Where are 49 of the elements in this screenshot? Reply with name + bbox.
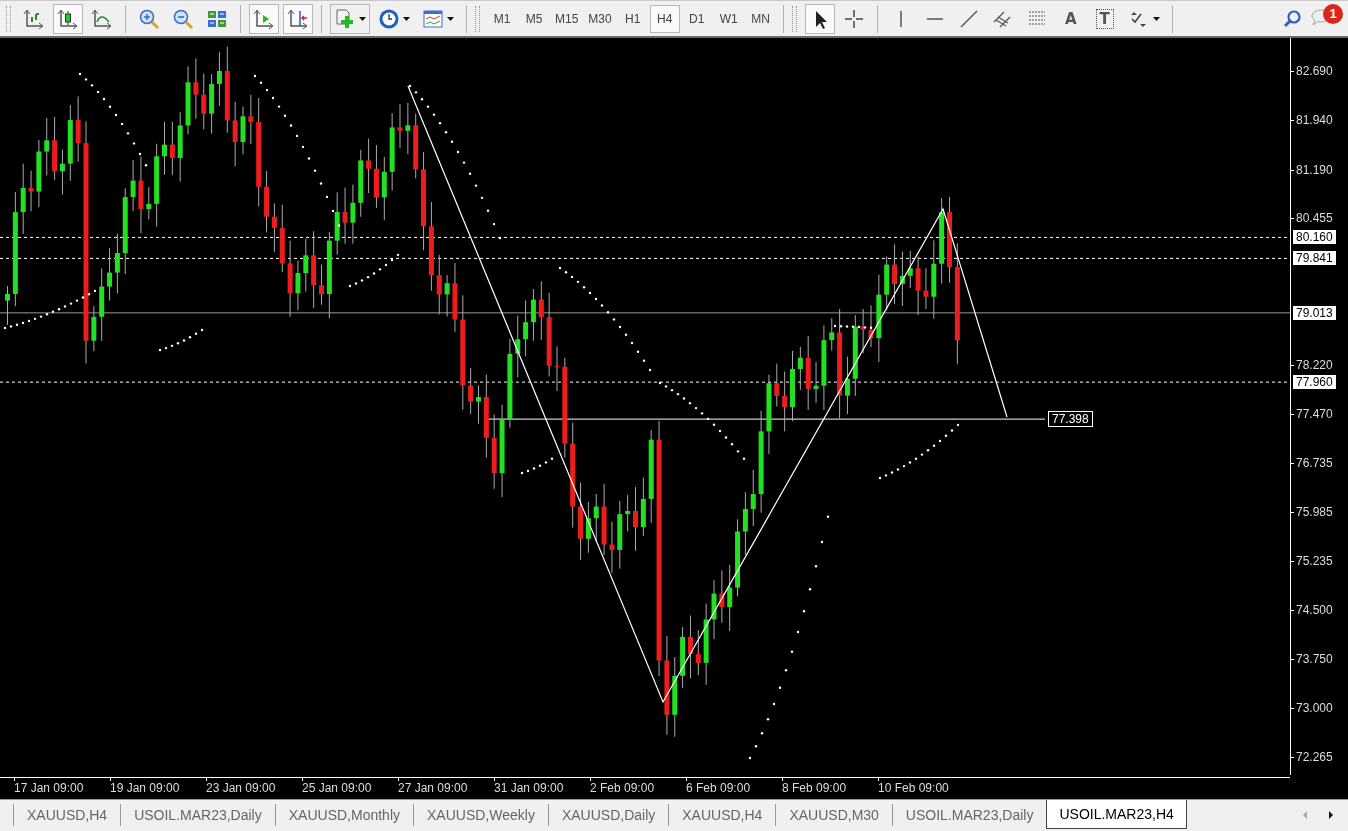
chart-tab[interactable]: XAUUSD,Daily [547, 804, 669, 826]
time-axis-label: 25 Jan 09:00 [302, 781, 372, 795]
price-tick-label: 72.265 [1296, 749, 1333, 764]
time-axis-label: 19 Jan 09:00 [110, 781, 180, 795]
time-axis-label: 23 Jan 09:00 [206, 781, 276, 795]
price-tick-label: 77.470 [1296, 407, 1333, 422]
chart-tab[interactable]: USOIL.MAR23,H4 [1046, 800, 1187, 829]
price-tick-label: 75.985 [1296, 505, 1333, 520]
time-axis-label: 31 Jan 09:00 [494, 781, 564, 795]
price-level-label: 80.160 [1293, 230, 1336, 245]
chart-tab[interactable]: XAUUSD,M30 [775, 804, 892, 826]
timeframe-button[interactable]: M30 [584, 4, 616, 33]
price-tick-label: 81.940 [1296, 113, 1333, 128]
price-tick-label: 73.000 [1296, 701, 1333, 716]
price-tick-label: 74.500 [1296, 602, 1333, 617]
timeframe-button[interactable]: MN [745, 4, 776, 33]
price-tick-label: 80.455 [1296, 211, 1333, 225]
time-axis-label: 27 Jan 09:00 [398, 781, 468, 795]
notification-badge: 1 [1323, 3, 1343, 24]
price-level-label: 79.841 [1293, 251, 1336, 266]
chart-tab[interactable]: USOIL.MAR23,Daily [120, 804, 275, 826]
timeframe-button[interactable]: H1 [617, 4, 648, 33]
price-tick-label: 78.220 [1296, 358, 1333, 373]
time-axis-label: 2 Feb 09:00 [590, 781, 655, 795]
chart-tab[interactable]: XAUUSD,Monthly [274, 804, 413, 826]
price-tick-label: 82.690 [1296, 64, 1333, 78]
time-axis-label: 10 Feb 09:00 [878, 781, 949, 795]
price-tick-label: 81.190 [1296, 162, 1333, 177]
messages-button[interactable]: 1 [1310, 3, 1342, 34]
time-axis-label: 6 Feb 09:00 [686, 781, 751, 795]
timeframe-button[interactable]: M5 [519, 4, 549, 33]
text-label-button[interactable]: T [1089, 3, 1120, 34]
chart-tab[interactable]: XAUUSD,H4 [668, 804, 776, 826]
chart-tab[interactable]: XAUUSD,Weekly [413, 804, 548, 826]
time-axis-label: 17 Jan 09:00 [14, 781, 84, 795]
timeframe-button[interactable]: M15 [551, 4, 583, 33]
timeframe-button[interactable]: H4 [649, 4, 680, 33]
time-axis-label: 8 Feb 09:00 [782, 781, 847, 795]
level-label: 77.398 [1048, 411, 1093, 428]
price-level-label: 79.013 [1293, 305, 1336, 320]
price-level-label: 77.960 [1293, 375, 1336, 390]
price-tick-label: 76.735 [1296, 455, 1333, 470]
price-tick-label: 75.235 [1296, 554, 1333, 569]
price-tick-label: 73.750 [1296, 652, 1333, 667]
text-tool-button[interactable]: A [1055, 3, 1086, 34]
chart-tab[interactable]: XAUUSD,H4 [13, 804, 121, 826]
timeframe-button[interactable]: D1 [681, 4, 712, 33]
timeframe-button[interactable]: W1 [713, 4, 744, 33]
timeframe-button[interactable]: M1 [487, 4, 517, 33]
